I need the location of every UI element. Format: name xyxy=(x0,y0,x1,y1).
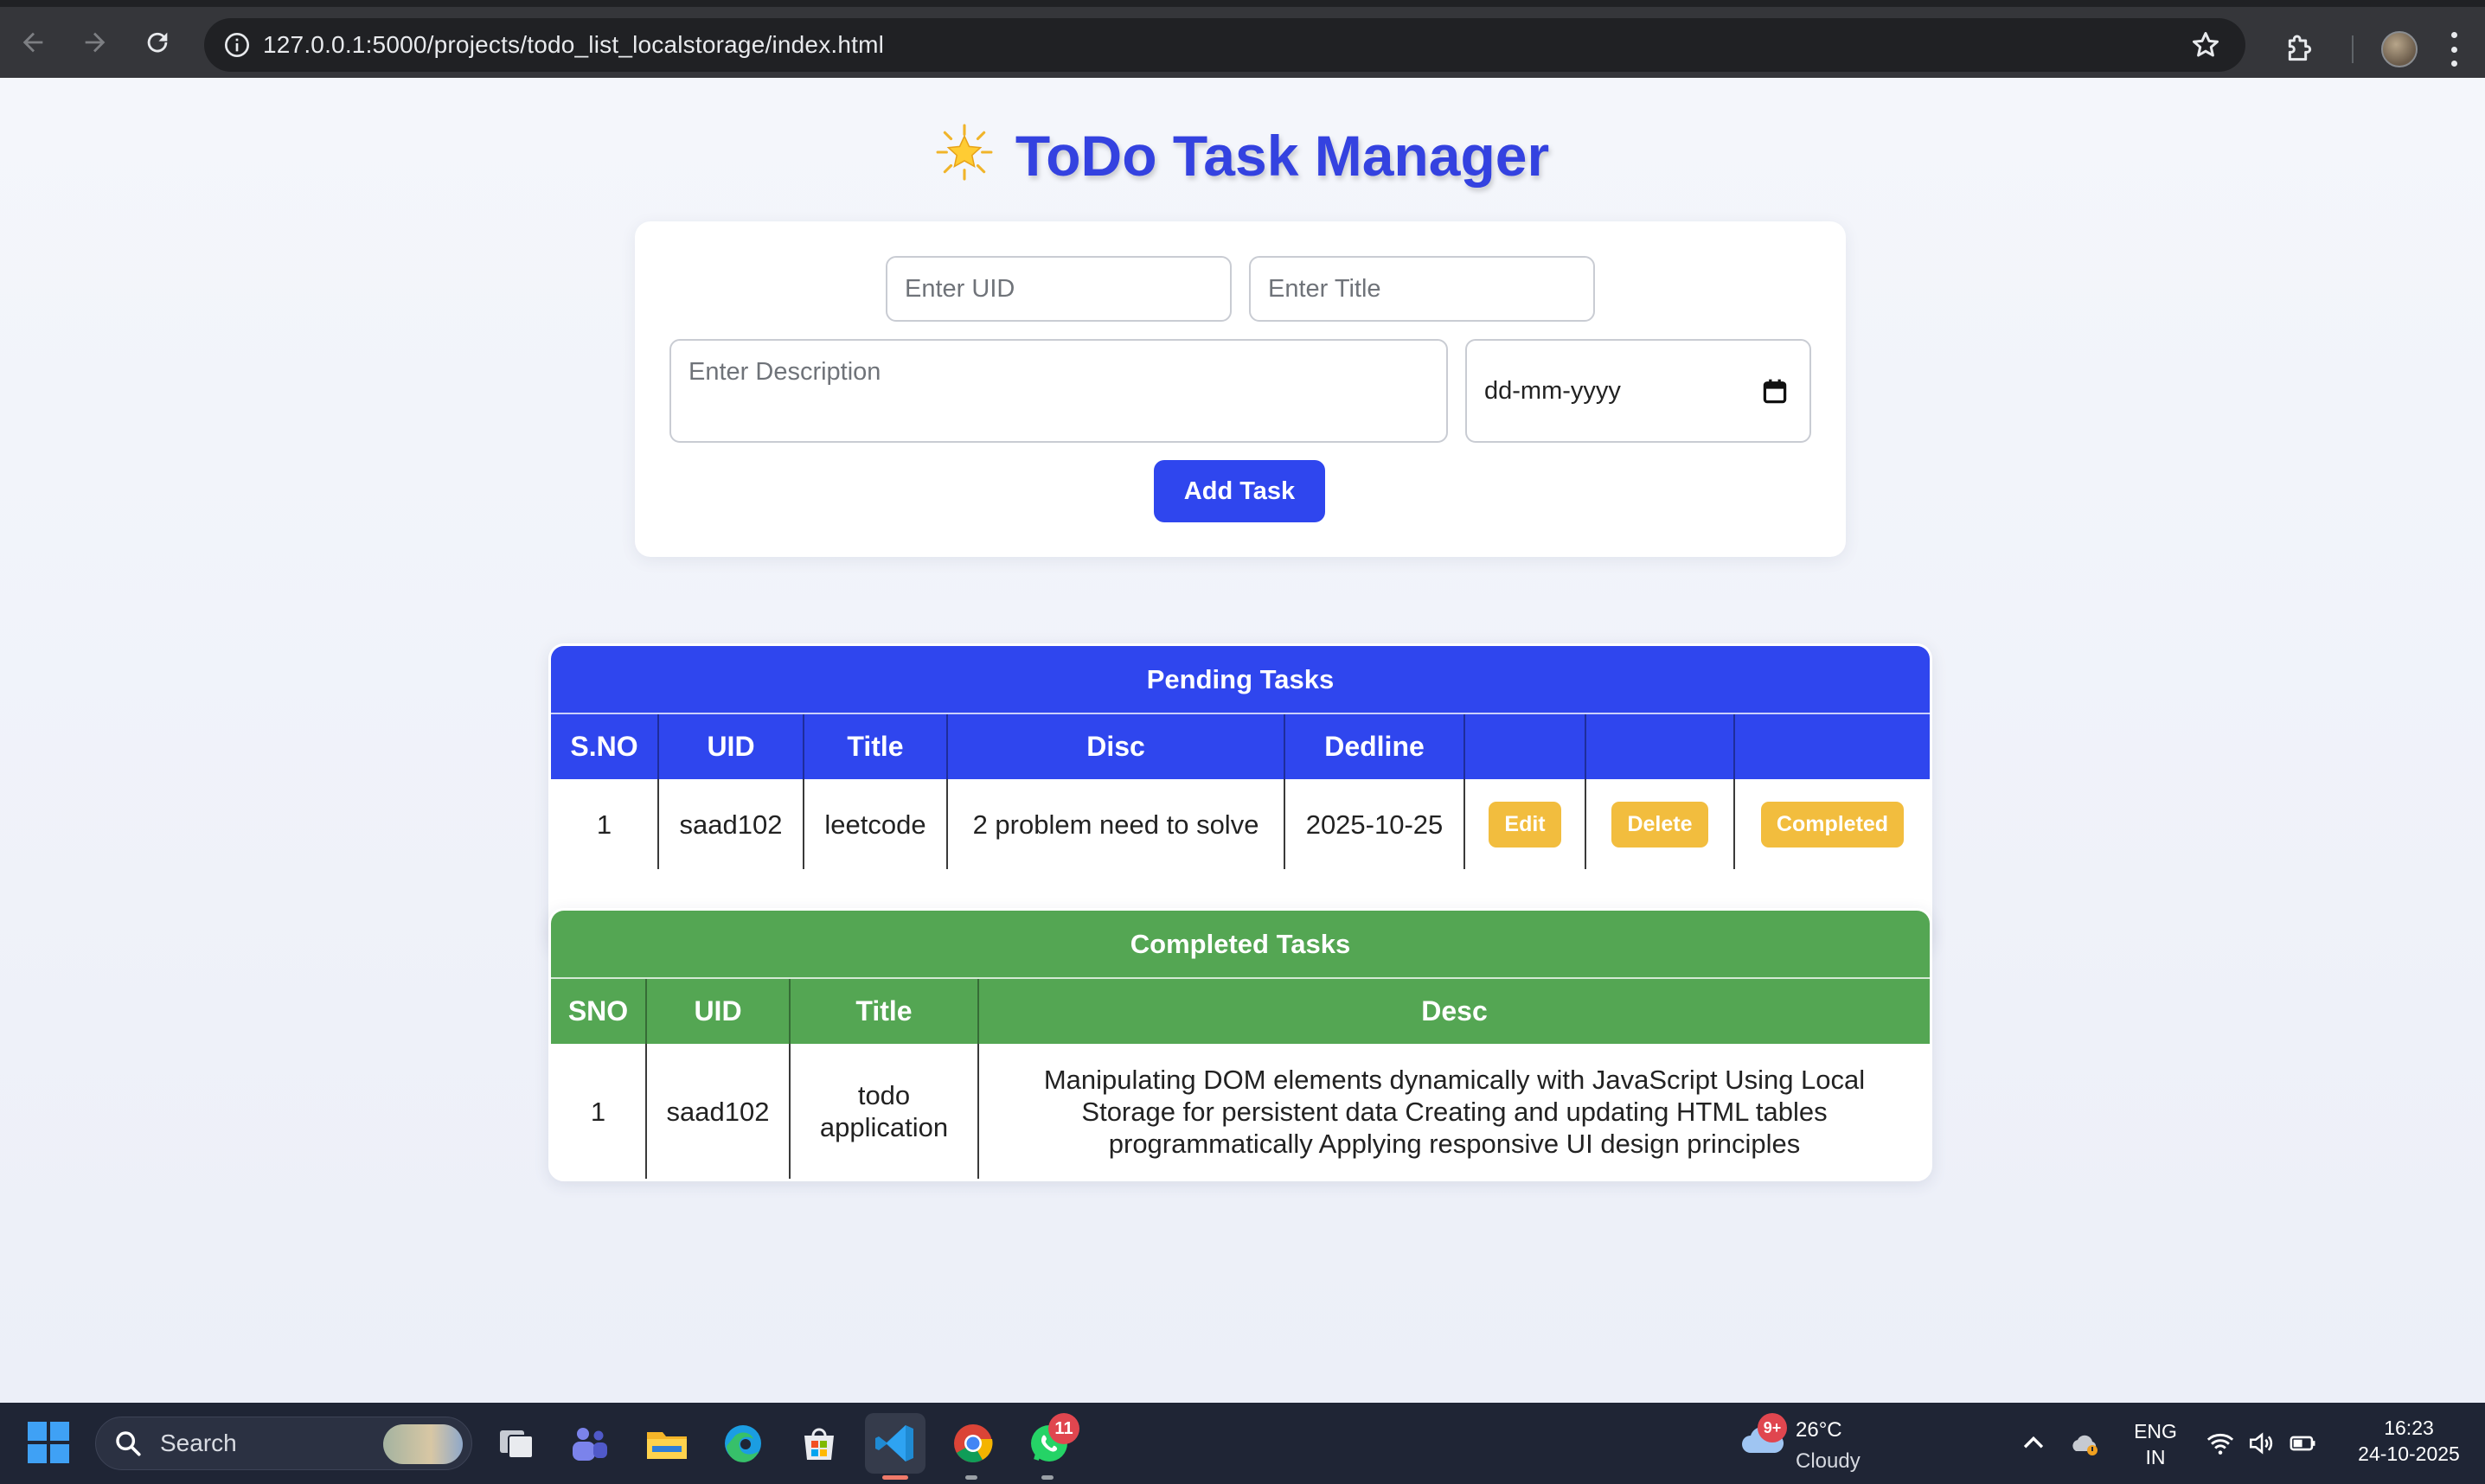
search-highlight-image xyxy=(383,1424,463,1464)
taskbar-search[interactable]: Search xyxy=(95,1417,472,1470)
clock[interactable]: 16:23 24-10-2025 xyxy=(2335,1415,2482,1467)
back-button[interactable] xyxy=(2,11,64,74)
task-form: Enter Description dd-mm-yyyy Add Task xyxy=(635,221,1846,557)
cell-title: leetcode xyxy=(803,779,947,869)
forward-button[interactable] xyxy=(64,11,126,74)
search-label: Search xyxy=(160,1430,237,1456)
clock-date: 24-10-2025 xyxy=(2358,1442,2460,1465)
toolbar-separator xyxy=(2352,35,2354,63)
table-row: 1 saad102 leetcode 2 problem need to sol… xyxy=(551,779,1930,869)
microsoft-store-icon[interactable] xyxy=(796,1420,842,1467)
cell-uid: saad102 xyxy=(645,1044,790,1179)
table-row: 1 saad102 todo application Manipulating … xyxy=(551,1044,1930,1179)
star-emoji-icon xyxy=(936,124,993,181)
file-explorer-icon[interactable] xyxy=(644,1420,690,1467)
col-complete xyxy=(1733,713,1930,779)
whatsapp-open-indicator xyxy=(1041,1475,1054,1480)
cell-title: todo application xyxy=(789,1044,978,1179)
weather-alert-badge: 9+ xyxy=(1758,1413,1787,1442)
battery-icon[interactable] xyxy=(2289,1429,2318,1458)
completed-tasks-table: Completed Tasks SNO UID Title Desc 1 saa… xyxy=(548,908,1932,1181)
cell-complete: Completed xyxy=(1733,779,1930,869)
cell-deadline: 2025-10-25 xyxy=(1284,779,1464,869)
add-task-button[interactable]: Add Task xyxy=(1154,460,1325,522)
page: ToDo Task Manager Enter Description dd-m… xyxy=(0,78,2485,1403)
col-uid: UID xyxy=(645,977,790,1044)
col-uid: UID xyxy=(657,713,804,779)
temperature: 26°C xyxy=(1796,1418,1842,1442)
arrow-right-icon xyxy=(85,32,106,53)
onedrive-icon[interactable] xyxy=(2071,1429,2100,1458)
teams-icon[interactable] xyxy=(566,1420,612,1467)
title-input[interactable] xyxy=(1249,256,1595,322)
site-info-icon[interactable] xyxy=(211,18,263,72)
cell-desc: Manipulating DOM elements dynamically wi… xyxy=(977,1044,1930,1179)
url-text[interactable]: 127.0.0.1:5000/projects/todo_list_locals… xyxy=(263,31,884,59)
chevron-up-icon[interactable] xyxy=(2019,1429,2048,1458)
reload-button[interactable] xyxy=(126,11,189,74)
col-title: Title xyxy=(803,713,947,779)
completed-caption: Completed Tasks xyxy=(551,911,1930,978)
col-deadline: Dedline xyxy=(1284,713,1464,779)
browser-toolbar: 127.0.0.1:5000/projects/todo_list_locals… xyxy=(0,0,2485,78)
weather-condition: Cloudy xyxy=(1796,1449,1861,1473)
browser-menu-icon[interactable] xyxy=(2449,32,2459,67)
profile-avatar[interactable] xyxy=(2381,31,2418,67)
windows-start-icon[interactable] xyxy=(28,1422,69,1463)
delete-button[interactable]: Delete xyxy=(1611,801,1708,848)
page-title: ToDo Task Manager xyxy=(0,123,2485,189)
whatsapp-notification-badge: 11 xyxy=(1048,1413,1079,1444)
volume-icon[interactable] xyxy=(2247,1429,2277,1458)
col-edit xyxy=(1463,713,1585,779)
cell-edit: Edit xyxy=(1463,779,1585,869)
vscode-active-indicator xyxy=(882,1475,908,1480)
chrome-icon[interactable] xyxy=(950,1420,996,1467)
search-icon xyxy=(116,1431,141,1456)
language-code: ENG xyxy=(2134,1420,2177,1442)
cell-disc: 2 problem need to solve xyxy=(946,779,1284,869)
col-sno: S.NO xyxy=(551,713,658,779)
page-title-text: ToDo Task Manager xyxy=(1015,124,1550,188)
col-sno: SNO xyxy=(551,977,646,1044)
col-delete xyxy=(1585,713,1734,779)
mark-completed-button[interactable]: Completed xyxy=(1760,801,1905,848)
edge-icon[interactable] xyxy=(720,1420,766,1467)
calendar-icon[interactable] xyxy=(1763,379,1787,405)
wifi-icon[interactable] xyxy=(2206,1429,2235,1458)
uid-input[interactable] xyxy=(886,256,1232,322)
edit-button[interactable]: Edit xyxy=(1489,801,1561,848)
address-bar[interactable]: 127.0.0.1:5000/projects/todo_list_locals… xyxy=(204,18,2245,72)
description-input[interactable] xyxy=(669,339,1448,443)
extensions-icon[interactable] xyxy=(2283,32,2317,67)
date-value: dd-mm-yyyy xyxy=(1484,376,1621,405)
pending-caption: Pending Tasks xyxy=(551,646,1930,713)
region-code: IN xyxy=(2145,1446,2166,1468)
reload-icon xyxy=(147,32,168,53)
cell-delete: Delete xyxy=(1585,779,1734,869)
cell-uid: saad102 xyxy=(657,779,804,869)
language-indicator[interactable]: ENG IN xyxy=(2130,1418,2181,1470)
chrome-open-indicator xyxy=(965,1475,977,1480)
pending-tasks-table: Pending Tasks S.NO UID Title Disc Dedlin… xyxy=(548,643,1932,951)
taskbar: Search 11 9+ 26°C Cloudy ENG IN 16:23 24… xyxy=(0,1403,2485,1484)
col-desc: Desc xyxy=(977,977,1930,1044)
bookmark-star-icon[interactable] xyxy=(2190,29,2221,61)
col-title: Title xyxy=(789,977,978,1044)
clock-time: 16:23 xyxy=(2384,1417,2434,1439)
cell-sno: 1 xyxy=(596,809,612,840)
task-view-icon[interactable] xyxy=(493,1420,540,1467)
arrow-left-icon xyxy=(22,32,43,53)
deadline-date-input[interactable]: dd-mm-yyyy xyxy=(1465,339,1811,443)
vscode-icon[interactable] xyxy=(865,1413,925,1474)
col-disc: Disc xyxy=(946,713,1284,779)
cell-sno: 1 xyxy=(590,1096,606,1127)
